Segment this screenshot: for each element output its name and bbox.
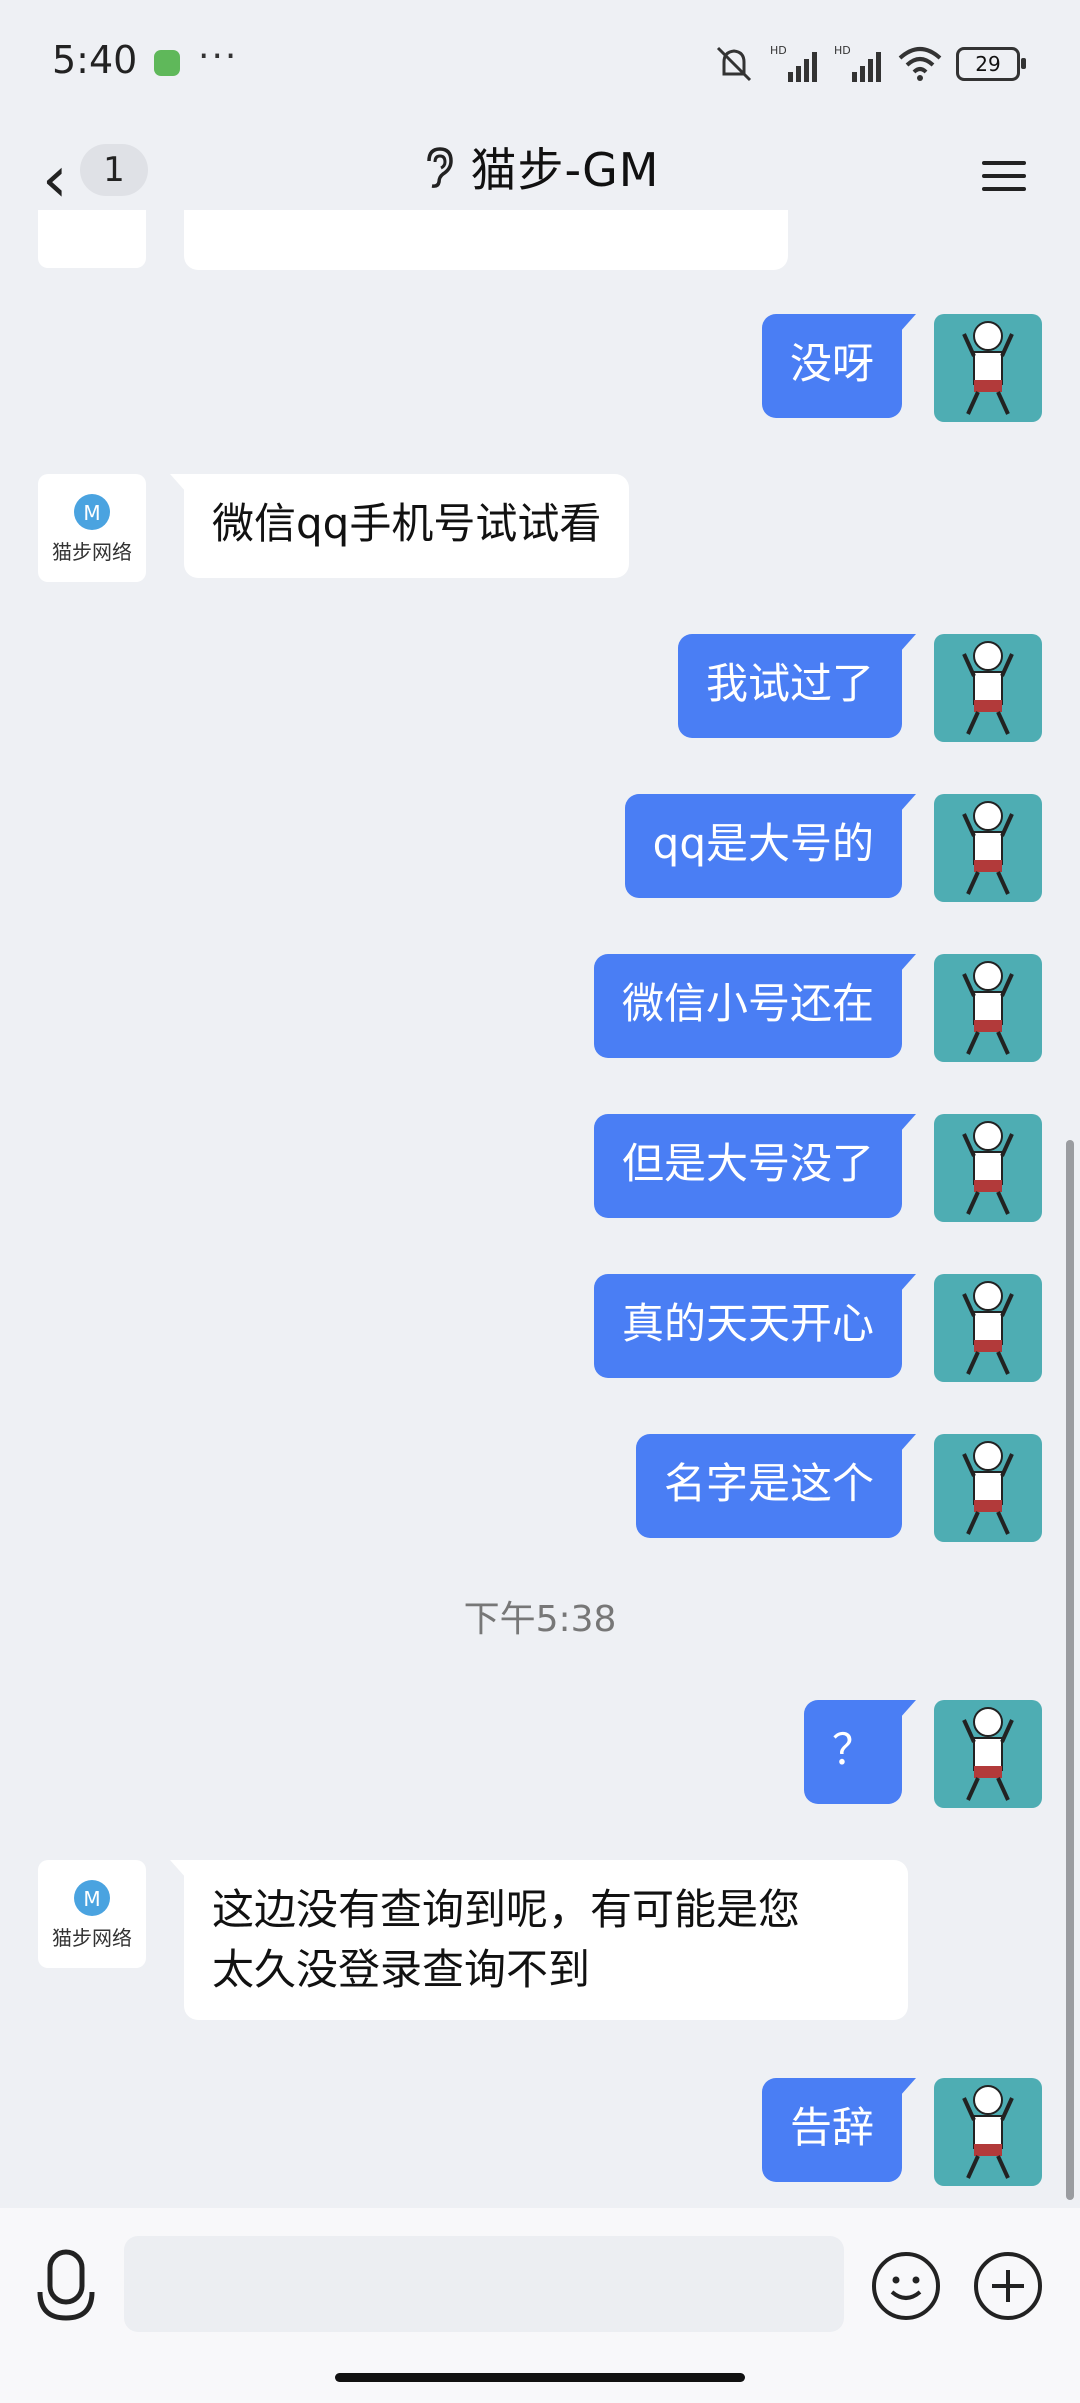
user-avatar[interactable]	[934, 1274, 1042, 1382]
signal-icon: HD	[770, 44, 817, 82]
battery-icon: 29	[956, 47, 1026, 81]
message-bubble[interactable]: 这边没有查询到呢，有可能是您 太久没登录查询不到	[170, 1860, 908, 2020]
battery-level: 29	[975, 52, 1001, 76]
wifi-icon	[898, 47, 942, 81]
menu-icon[interactable]	[982, 152, 1026, 200]
user-avatar[interactable]	[934, 634, 1042, 742]
contact-avatar[interactable]: M 猫步网络	[38, 474, 146, 582]
message-input[interactable]	[124, 2236, 844, 2332]
svg-text:HD: HD	[770, 44, 787, 57]
timestamp: 下午5:38	[463, 1599, 617, 1640]
chat-title: 猫步-GM	[470, 143, 660, 197]
message-bubble[interactable]: qq是大号的	[624, 794, 917, 898]
mute-icon	[716, 46, 752, 82]
user-avatar[interactable]	[934, 314, 1042, 422]
user-avatar[interactable]	[934, 954, 1042, 1062]
message-bubble[interactable]: 告辞	[761, 2078, 917, 2182]
plus-icon[interactable]	[974, 2252, 1042, 2320]
signal-icon: HD	[834, 44, 881, 82]
message-bubble[interactable]: 微信qq手机号试试看	[169, 474, 630, 578]
message-bubble-partial	[184, 210, 788, 270]
home-indicator[interactable]	[335, 2373, 745, 2382]
contact-avatar[interactable]	[38, 210, 146, 268]
svg-text:M: M	[83, 1887, 100, 1911]
svg-text:M: M	[83, 501, 100, 525]
wechat-notification-icon	[154, 50, 180, 76]
user-avatar[interactable]	[934, 1114, 1042, 1222]
status-time: 5:40	[52, 38, 138, 82]
user-avatar[interactable]	[934, 1434, 1042, 1542]
message-bubble[interactable]: ？	[803, 1700, 917, 1804]
status-icons: HD HD 29	[712, 40, 1026, 88]
message-bubble[interactable]: 没呀	[761, 314, 917, 418]
message-bubble[interactable]: 我试过了	[677, 634, 917, 738]
scrollbar[interactable]	[1066, 1140, 1074, 2200]
svg-text:HD: HD	[834, 44, 851, 57]
company-logo-text: 猫步网络	[52, 1926, 132, 1950]
voice-icon[interactable]	[34, 2248, 98, 2328]
message-list[interactable]: 没呀 M 猫步网络 微信qq手机号试试看 我试过了 qq是大号的 微信小号还在 …	[0, 210, 1080, 2200]
emoji-icon[interactable]	[872, 2252, 940, 2320]
status-bar: 5:40 ··· HD HD 29	[0, 0, 1080, 130]
message-bubble[interactable]: 微信小号还在	[593, 954, 917, 1058]
contact-avatar[interactable]: M 猫步网络	[38, 1860, 146, 1968]
company-logo-text: 猫步网络	[52, 540, 132, 564]
user-avatar[interactable]	[934, 1700, 1042, 1808]
user-avatar[interactable]	[934, 794, 1042, 902]
ear-icon[interactable]	[421, 145, 455, 189]
more-notifications-icon: ···	[198, 36, 239, 77]
message-bubble[interactable]: 但是大号没了	[593, 1114, 917, 1218]
message-bubble[interactable]: 真的天天开心	[593, 1274, 917, 1378]
message-line: 这边没有查询到呢，有可能是您	[212, 1885, 801, 1934]
message-line: 太久没登录查询不到	[212, 1945, 591, 1994]
message-bubble[interactable]: 名字是这个	[635, 1434, 917, 1538]
user-avatar[interactable]	[934, 2078, 1042, 2186]
